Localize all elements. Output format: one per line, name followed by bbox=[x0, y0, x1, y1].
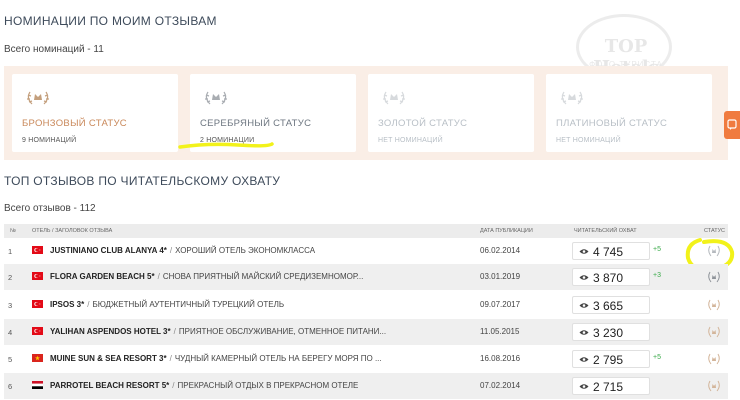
highlighter-underline-mark bbox=[178, 142, 274, 149]
review-title-link[interactable]: ХОРОШИЙ ОТЕЛЬ ЭКОНОМКЛАССА bbox=[175, 246, 315, 255]
publish-date: 16.08.2016 bbox=[480, 354, 521, 363]
status-name: СЕРЕБРЯНЫЙ СТАТУС bbox=[200, 118, 312, 129]
reach-value: 3 870 bbox=[593, 271, 624, 285]
hotel-link[interactable]: MUINE SUN & SEA RESORT 3* bbox=[50, 354, 167, 363]
review-title-link[interactable]: ЧУДНЫЙ КАМЕРНЫЙ ОТЕЛЬ НА БЕРЕГУ МОРЯ ПО … bbox=[175, 354, 382, 363]
status-card-bronze[interactable]: БРОНЗОВЫЙ СТАТУС 9 НОМИНАЦИЙ bbox=[12, 74, 178, 152]
hotel-link[interactable]: FLORA GARDEN BEACH 5* bbox=[50, 272, 155, 281]
eye-icon bbox=[579, 330, 589, 335]
row-number: 6 bbox=[8, 382, 13, 391]
row-number: 5 bbox=[8, 355, 13, 364]
table-row[interactable]: 3 IPSOS 3* / БЮДЖЕТНЫЙ АУТЕНТИЧНЫЙ ТУРЕЦКИ… bbox=[4, 292, 728, 318]
reach-box: 2 715 bbox=[572, 377, 650, 395]
hotel-link[interactable]: IPSOS 3* bbox=[50, 300, 84, 309]
status-count: 9 НОМИНАЦИЙ bbox=[22, 137, 77, 144]
hotel-link[interactable]: JUSTINIANO CLUB ALANYA 4* bbox=[50, 246, 167, 255]
table-row[interactable]: 1 JUSTINIANO CLUB ALANYA 4* / ХОРОШИЙ ОТЕЛ… bbox=[4, 238, 728, 264]
reach-value: 3 230 bbox=[593, 326, 624, 340]
table-row[interactable]: 5 MUINE SUN & SEA RESORT 3* / ЧУДНЫЙ КАМЕР… bbox=[4, 346, 728, 372]
nominations-heading: НОМИНАЦИИ ПО МОИМ ОТЗЫВАМ bbox=[4, 14, 217, 28]
eye-icon bbox=[579, 384, 589, 389]
reach-delta: +5 bbox=[653, 354, 661, 361]
col-hotel: ОТЕЛЬ / ЗАГОЛОВОК ОТЗЫВА bbox=[32, 228, 113, 234]
laurel-crown-icon bbox=[27, 91, 49, 105]
col-status: СТАТУС bbox=[704, 228, 726, 234]
status-card-gold[interactable]: ЗОЛОТОЙ СТАТУС НЕТ НОМИНАЦИЙ bbox=[368, 74, 534, 152]
row-number: 3 bbox=[8, 301, 13, 310]
eye-icon bbox=[579, 357, 589, 362]
eye-icon bbox=[579, 275, 589, 280]
bronze-laurel-icon bbox=[708, 380, 720, 392]
publish-date: 06.02.2014 bbox=[480, 246, 521, 255]
top-reviews-total: Всего отзывов - 112 bbox=[4, 203, 96, 214]
status-count: НЕТ НОМИНАЦИЙ bbox=[378, 137, 443, 144]
egypt-flag-icon bbox=[32, 381, 43, 389]
review-title-link[interactable]: ПРЕКРАСНЫЙ ОТДЫХ В ПРЕКРАСНОМ ОТЕЛЕ bbox=[178, 381, 359, 390]
table-row[interactable]: 4 YALIHAN ASPENDOS HOTEL 3* / ПРИЯТНОЕ ОБС… bbox=[4, 319, 728, 345]
status-name: БРОНЗОВЫЙ СТАТУС bbox=[22, 118, 127, 129]
status-count: НЕТ НОМИНАЦИЙ bbox=[556, 137, 621, 144]
eye-icon bbox=[579, 303, 589, 308]
status-name: ЗОЛОТОЙ СТАТУС bbox=[378, 118, 468, 129]
publish-date: 03.01.2019 bbox=[480, 272, 521, 281]
publish-date: 07.02.2014 bbox=[480, 381, 521, 390]
review-title-link[interactable]: СНОВА ПРИЯТНЫЙ МАЙСКИЙ СРЕДИЗЕМНОМОР... bbox=[163, 272, 363, 281]
reach-value: 2 795 bbox=[593, 353, 624, 367]
row-number: 2 bbox=[8, 273, 13, 282]
top-reviews-heading: ТОП ОТЗЫВОВ ПО ЧИТАТЕЛЬСКОМУ ОХВАТУ bbox=[4, 174, 281, 188]
hotel-link[interactable]: PARROTEL BEACH RESORT 5* bbox=[50, 381, 169, 390]
review-title-link[interactable]: БЮДЖЕТНЫЙ АУТЕНТИЧНЫЙ ТУРЕЦКИЙ ОТЕЛЬ bbox=[92, 300, 284, 309]
reach-delta: +5 bbox=[653, 246, 661, 253]
bronze-laurel-icon bbox=[708, 353, 720, 365]
turkey-flag-icon bbox=[32, 327, 43, 335]
turkey-flag-icon bbox=[32, 300, 43, 308]
reach-value: 2 715 bbox=[593, 380, 624, 394]
reach-box: 3 870 bbox=[572, 268, 650, 286]
col-num: № bbox=[10, 228, 16, 234]
row-number: 1 bbox=[8, 247, 13, 256]
status-card-platinum[interactable]: ПЛАТИНОВЫЙ СТАТУС НЕТ НОМИНАЦИЙ bbox=[546, 74, 712, 152]
reach-value: 3 665 bbox=[593, 299, 624, 313]
table-row[interactable]: 2 FLORA GARDEN BEACH 5* / СНОВА ПРИЯТНЫЙ М… bbox=[4, 264, 728, 290]
reach-delta: +3 bbox=[653, 272, 661, 279]
bronze-laurel-icon bbox=[708, 299, 720, 311]
publish-date: 11.05.2015 bbox=[480, 327, 520, 336]
reach-box: 2 795 bbox=[572, 350, 650, 368]
silver-laurel-icon bbox=[708, 245, 720, 257]
reach-box: 3 230 bbox=[572, 323, 650, 341]
publish-date: 09.07.2017 bbox=[480, 300, 521, 309]
feedback-side-tab[interactable] bbox=[724, 111, 740, 139]
table-row[interactable]: 6 PARROTEL BEACH RESORT 5* / ПРЕКРАСНЫЙ ОТ… bbox=[4, 373, 728, 399]
eye-icon bbox=[579, 249, 589, 254]
laurel-crown-icon bbox=[383, 91, 405, 105]
turkey-flag-icon bbox=[32, 246, 43, 254]
laurel-crown-icon bbox=[205, 91, 227, 105]
feedback-icon bbox=[727, 119, 737, 130]
laurel-crown-icon bbox=[561, 91, 583, 105]
vietnam-flag-icon bbox=[32, 354, 43, 362]
status-name: ПЛАТИНОВЫЙ СТАТУС bbox=[556, 118, 668, 129]
nominations-total: Всего номинаций - 11 bbox=[4, 44, 104, 55]
reach-box: 4 745 bbox=[572, 242, 650, 260]
reach-box: 3 665 bbox=[572, 296, 650, 314]
col-reach: ЧИТАТЕЛЬСКИЙ ОХВАТ bbox=[574, 228, 637, 234]
hotel-link[interactable]: YALIHAN ASPENDOS HOTEL 3* bbox=[50, 327, 171, 336]
silver-laurel-icon bbox=[708, 271, 720, 283]
reach-value: 4 745 bbox=[593, 245, 624, 259]
review-title-link[interactable]: ПРИЯТНОЕ ОБСЛУЖИВАНИЕ, ОТМЕННОЕ ПИТАНИ..… bbox=[179, 327, 386, 336]
bronze-laurel-icon bbox=[708, 326, 720, 338]
status-cards-panel: БРОНЗОВЫЙ СТАТУС 9 НОМИНАЦИЙ СЕРЕБРЯНЫЙ … bbox=[4, 66, 728, 160]
reviews-table-header: № ОТЕЛЬ / ЗАГОЛОВОК ОТЗЫВА ДАТА ПУБЛИКАЦ… bbox=[4, 224, 728, 238]
turkey-flag-icon bbox=[32, 272, 43, 280]
col-date: ДАТА ПУБЛИКАЦИИ bbox=[480, 228, 533, 234]
row-number: 4 bbox=[8, 328, 13, 337]
